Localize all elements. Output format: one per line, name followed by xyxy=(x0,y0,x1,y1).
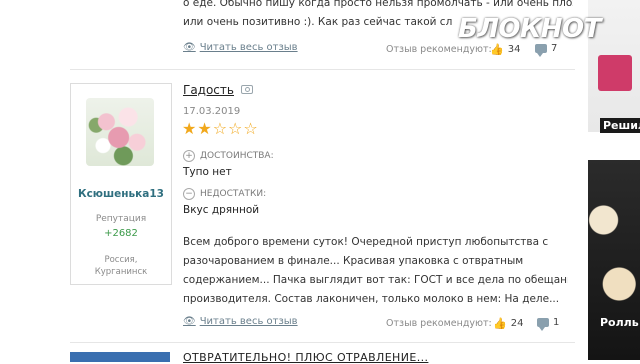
recommend-label: Отзыв рекомендуют: xyxy=(386,318,492,329)
previous-comment-count: 7 xyxy=(551,43,558,54)
comment-button[interactable]: 1 xyxy=(537,317,560,331)
reputation-label: Репутация xyxy=(95,214,147,224)
read-more-label: Читать весь отзыв xyxy=(199,316,298,327)
read-more-link[interactable]: 👁 Читать весь отзыв xyxy=(183,316,298,327)
star-filled-icon: ★ xyxy=(197,119,212,138)
review-title-link[interactable]: Гадость xyxy=(183,83,234,97)
comment-count: 1 xyxy=(553,317,560,328)
comment-icon xyxy=(535,44,547,57)
thumbs-up-icon: 👍 xyxy=(493,317,507,330)
previous-review-line: о еде. Обычно пишу когда просто нельзя п… xyxy=(183,0,573,9)
sidebar-ad-2-label[interactable]: Ролль xyxy=(600,316,639,329)
review-divider xyxy=(70,342,575,343)
sidebar-ad-1-label[interactable]: Решил xyxy=(600,118,640,133)
next-review-avatar[interactable] xyxy=(70,352,170,362)
thumbs-up-icon: 👍 xyxy=(490,43,504,56)
sidebar-ad-2[interactable] xyxy=(588,160,640,360)
cons-heading: − НЕДОСТАТКИ: xyxy=(183,188,266,200)
product-image xyxy=(598,55,632,91)
star-empty-icon: ☆ xyxy=(228,119,243,138)
star-filled-icon: ★ xyxy=(182,119,197,138)
pros-label: ДОСТОИНСТВА: xyxy=(200,151,274,161)
watermark-logo: БЛОКНОТ xyxy=(458,14,601,44)
star-empty-icon: ☆ xyxy=(243,119,258,138)
previous-recommend-label: Отзыв рекомендуют: xyxy=(386,44,492,55)
review-divider xyxy=(70,69,575,70)
avatar[interactable] xyxy=(86,98,154,166)
previous-read-more-link[interactable]: 👁 Читать весь отзыв xyxy=(183,42,298,53)
previous-read-more-label: Читать весь отзыв xyxy=(199,42,298,53)
pros-text: Тупо нет xyxy=(183,166,232,178)
username-link[interactable]: Ксюшенька13 xyxy=(71,188,171,200)
location-country: Россия, xyxy=(104,255,138,265)
review-body: Всем доброго времени суток! Очередной пр… xyxy=(183,233,568,309)
cons-text: Вкус дрянной xyxy=(183,204,260,216)
cons-label: НЕДОСТАТКИ: xyxy=(200,189,267,199)
camera-icon xyxy=(241,85,253,94)
plus-icon: + xyxy=(183,150,195,162)
review-body-line: Всем доброго времени суток! Очередной пр… xyxy=(183,236,549,248)
eye-icon: 👁 xyxy=(183,316,196,327)
reputation-value: +2682 xyxy=(104,228,138,239)
pros-heading: + ДОСТОИНСТВА: xyxy=(183,150,274,162)
comment-icon xyxy=(537,318,549,331)
previous-like-button[interactable]: 👍 34 xyxy=(490,43,520,56)
next-review-title-link[interactable]: ОТВРАТИТЕЛЬНО! ПЛЮС ОТРАВЛЕНИЕ... xyxy=(183,351,428,364)
like-count: 24 xyxy=(510,318,524,329)
previous-like-count: 34 xyxy=(507,44,521,55)
review-body-line: разочарованием в финале... Красивая упак… xyxy=(183,255,524,267)
review-body-line: содержанием... Пачка выглядит вот так: Г… xyxy=(183,274,568,286)
review-date: 17.03.2019 xyxy=(183,106,241,117)
user-location: Россия, Курганинск xyxy=(71,254,171,278)
previous-comment-button[interactable]: 7 xyxy=(535,43,558,57)
star-empty-icon: ☆ xyxy=(212,119,228,138)
review-body-line: производителя. Состав лаконичен, только … xyxy=(183,293,560,305)
eye-icon: 👁 xyxy=(183,42,196,53)
star-rating: ★ ★ ☆ ☆ ☆ xyxy=(182,120,258,138)
like-button[interactable]: 👍 24 xyxy=(493,317,523,330)
user-card: Ксюшенька13 Репутация +2682 Россия, Кург… xyxy=(70,83,172,285)
minus-icon: − xyxy=(183,188,195,200)
location-city: Курганинск xyxy=(94,267,148,277)
